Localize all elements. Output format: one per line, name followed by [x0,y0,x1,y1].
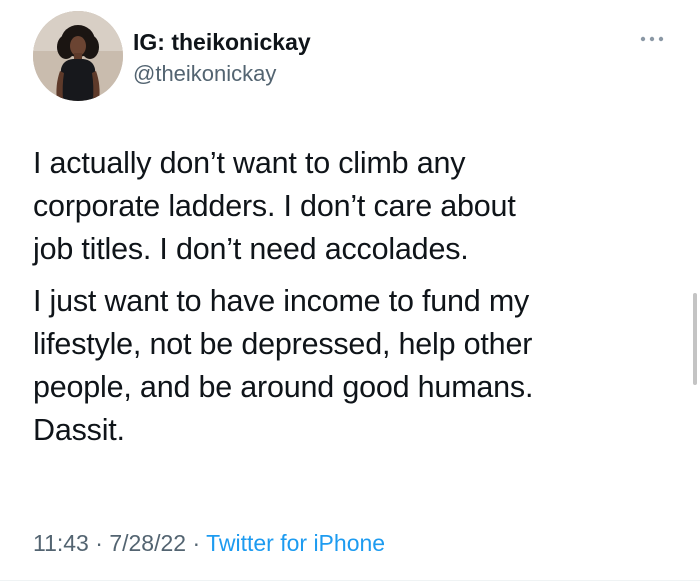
avatar[interactable] [33,11,123,101]
tweet-card: IG: theikonickay @theikonickay I actuall… [0,0,700,584]
profile-photo-icon [33,11,123,101]
meta-separator: · [88,530,110,556]
tweet-time[interactable]: 11:43 [33,530,89,556]
author-display-name[interactable]: IG: theikonickay [133,29,311,56]
tweet-meta: 11:43 · 7/28/22 · Twitter for iPhone [33,530,385,557]
tweet-date[interactable]: 7/28/22 [109,530,186,556]
author-handle[interactable]: @theikonickay [133,61,276,87]
tweet-paragraph: I actually don’t want to climb any corpo… [33,146,516,266]
meta-separator: · [186,530,207,556]
tweet-source-link[interactable]: Twitter for iPhone [206,530,385,556]
divider [0,580,700,581]
scrollbar[interactable] [693,293,697,385]
more-horizontal-icon[interactable] [639,31,665,42]
tweet-text: I actually don’t want to climb any corpo… [33,142,673,461]
tweet-paragraph: I just want to have income to fund my li… [33,284,534,447]
